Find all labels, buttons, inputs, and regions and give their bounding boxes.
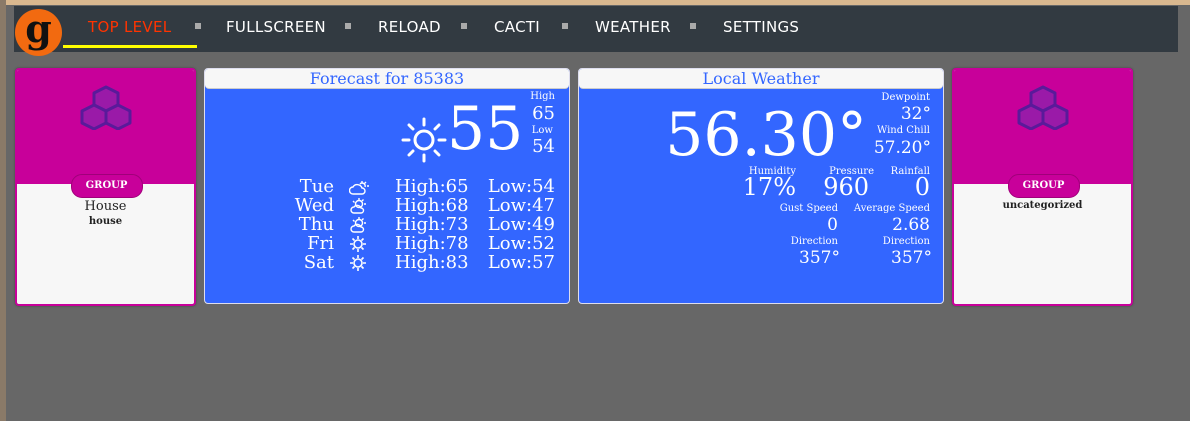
forecast-low: Low:54 (487, 176, 555, 197)
cubes-icon (80, 85, 131, 130)
windchill-label: Wind Chill (876, 125, 930, 136)
gust-speed-value: 0 (827, 215, 838, 235)
nav-weather[interactable]: WEATHER (595, 18, 671, 36)
nav-cacti[interactable]: CACTI (494, 18, 540, 36)
low-value: 54 (532, 136, 555, 157)
high-value: 65 (532, 103, 555, 124)
forecast-title: Forecast for 85383 (205, 69, 569, 89)
forecast-high: High:68 (395, 195, 469, 216)
group-badge: GROUP (70, 174, 143, 198)
sun-icon (401, 117, 447, 163)
nav-separator (461, 23, 467, 29)
average-speed-label: Average Speed (853, 203, 930, 214)
sun-icon (350, 255, 366, 271)
top-nav: g TOP LEVEL FULLSCREEN RELOAD CACTI WEAT… (14, 6, 1178, 56)
dewpoint-value: 32° (900, 104, 931, 124)
group-tile-uncategorized[interactable]: GROUP uncategorized (952, 68, 1133, 306)
pressure-value: 960 (823, 173, 869, 201)
dewpoint-label: Dewpoint (881, 92, 930, 103)
forecast-low: Low:57 (487, 252, 555, 273)
logo[interactable]: g (15, 9, 62, 56)
current-temp: 56.30° (665, 100, 867, 170)
local-weather-panel[interactable]: Local Weather 56.30° Dewpoint 32° Wind C… (578, 68, 944, 304)
gust-direction-label: Direction (790, 236, 838, 247)
local-weather-title: Local Weather (579, 69, 943, 89)
nav-top-level[interactable]: TOP LEVEL (88, 18, 171, 36)
tile-name: House (84, 199, 127, 214)
active-tab-indicator (63, 45, 197, 48)
sun-icon (350, 236, 366, 252)
average-speed-value: 2.68 (892, 215, 930, 235)
nav-separator (690, 23, 696, 29)
average-direction-value: 357° (891, 248, 932, 268)
high-label: High (530, 91, 555, 102)
current-temp: 55 (447, 94, 524, 164)
window-top-border (0, 0, 1190, 5)
nav-reload[interactable]: RELOAD (378, 18, 441, 36)
forecast-panel[interactable]: Forecast for 85383 55 High 65 Low 54 Tue… (204, 68, 570, 304)
forecast-high: High:73 (395, 214, 469, 235)
gust-speed-label: Gust Speed (779, 203, 838, 214)
cloud-sun-icon (350, 217, 366, 233)
cloud-sun-icon (350, 198, 366, 214)
average-direction-label: Direction (882, 236, 930, 247)
nav-settings[interactable]: SETTINGS (723, 18, 799, 36)
cubes-icon (1017, 85, 1068, 130)
tile-subtitle: house (88, 216, 123, 227)
forecast-low: Low:49 (487, 214, 555, 235)
humidity-value: 17% (742, 173, 796, 201)
rainfall-value: 0 (914, 173, 930, 201)
forecast-day: Thu (298, 214, 334, 235)
nav-separator (345, 23, 351, 29)
forecast-day: Tue (299, 176, 334, 197)
forecast-day: Wed (294, 195, 334, 216)
partly-cloudy-icon (349, 181, 369, 195)
forecast-high: High:78 (395, 233, 469, 254)
forecast-high: High:65 (395, 176, 469, 197)
nav-separator (195, 23, 201, 29)
group-badge: GROUP (1007, 174, 1080, 198)
nav-fullscreen[interactable]: FULLSCREEN (226, 18, 326, 36)
group-tile-house[interactable]: GROUP House house (15, 68, 196, 306)
tile-subtitle: uncategorized (1002, 200, 1083, 211)
forecast-high: High:83 (395, 252, 469, 273)
low-label: Low (531, 125, 553, 136)
forecast-low: Low:47 (487, 195, 555, 216)
windchill-value: 57.20° (873, 138, 931, 158)
window-left-border (0, 0, 6, 421)
gust-direction-value: 357° (799, 248, 840, 268)
nav-separator (562, 23, 568, 29)
forecast-day: Sat (303, 252, 334, 273)
forecast-low: Low:52 (487, 233, 555, 254)
forecast-day: Fri (307, 233, 334, 254)
